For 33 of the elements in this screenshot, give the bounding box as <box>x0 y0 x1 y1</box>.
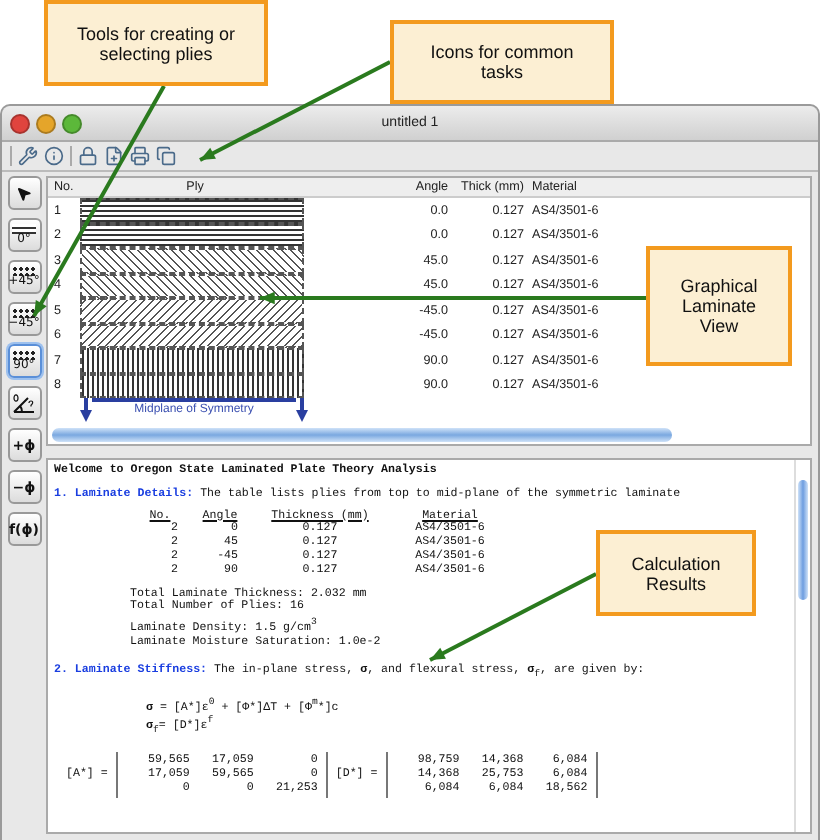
ply-pattern[interactable] <box>80 248 304 273</box>
callout: Calculation Results <box>596 530 756 616</box>
close-icon[interactable] <box>10 113 30 133</box>
ply-pattern[interactable] <box>80 273 304 298</box>
callout: Icons for common tasks <box>390 20 614 104</box>
info-icon[interactable] <box>44 146 64 166</box>
vertical-scrollbar[interactable] <box>794 460 810 832</box>
callout: Tools for creating or selecting plies <box>44 0 268 86</box>
ply-icon <box>12 308 36 318</box>
ply-pattern[interactable] <box>80 198 304 223</box>
zoom-icon[interactable] <box>62 113 82 133</box>
ply-pattern[interactable] <box>80 373 304 398</box>
ply-pattern[interactable] <box>80 298 304 323</box>
tools-icon[interactable] <box>18 146 38 166</box>
copy-icon[interactable] <box>156 146 176 166</box>
tool-button[interactable] <box>7 386 41 420</box>
ply-icon <box>12 266 36 276</box>
print-icon[interactable] <box>130 146 150 166</box>
new-document-icon[interactable] <box>104 146 124 166</box>
ply-pattern[interactable] <box>80 223 304 248</box>
down-arrow-icon <box>296 398 308 422</box>
down-arrow-icon <box>80 398 92 422</box>
angle-icon <box>12 392 36 414</box>
horizontal-scrollbar[interactable] <box>52 428 672 442</box>
ply-pattern[interactable] <box>80 323 304 348</box>
tool-button[interactable] <box>7 176 41 210</box>
ply-pattern[interactable] <box>80 348 304 373</box>
minimize-icon[interactable] <box>36 113 56 133</box>
callout: Graphical Laminate View <box>646 246 792 366</box>
lock-icon[interactable] <box>78 146 98 166</box>
ply-icon <box>12 350 36 360</box>
ply-icon <box>12 224 36 234</box>
pointer-icon <box>16 185 32 201</box>
